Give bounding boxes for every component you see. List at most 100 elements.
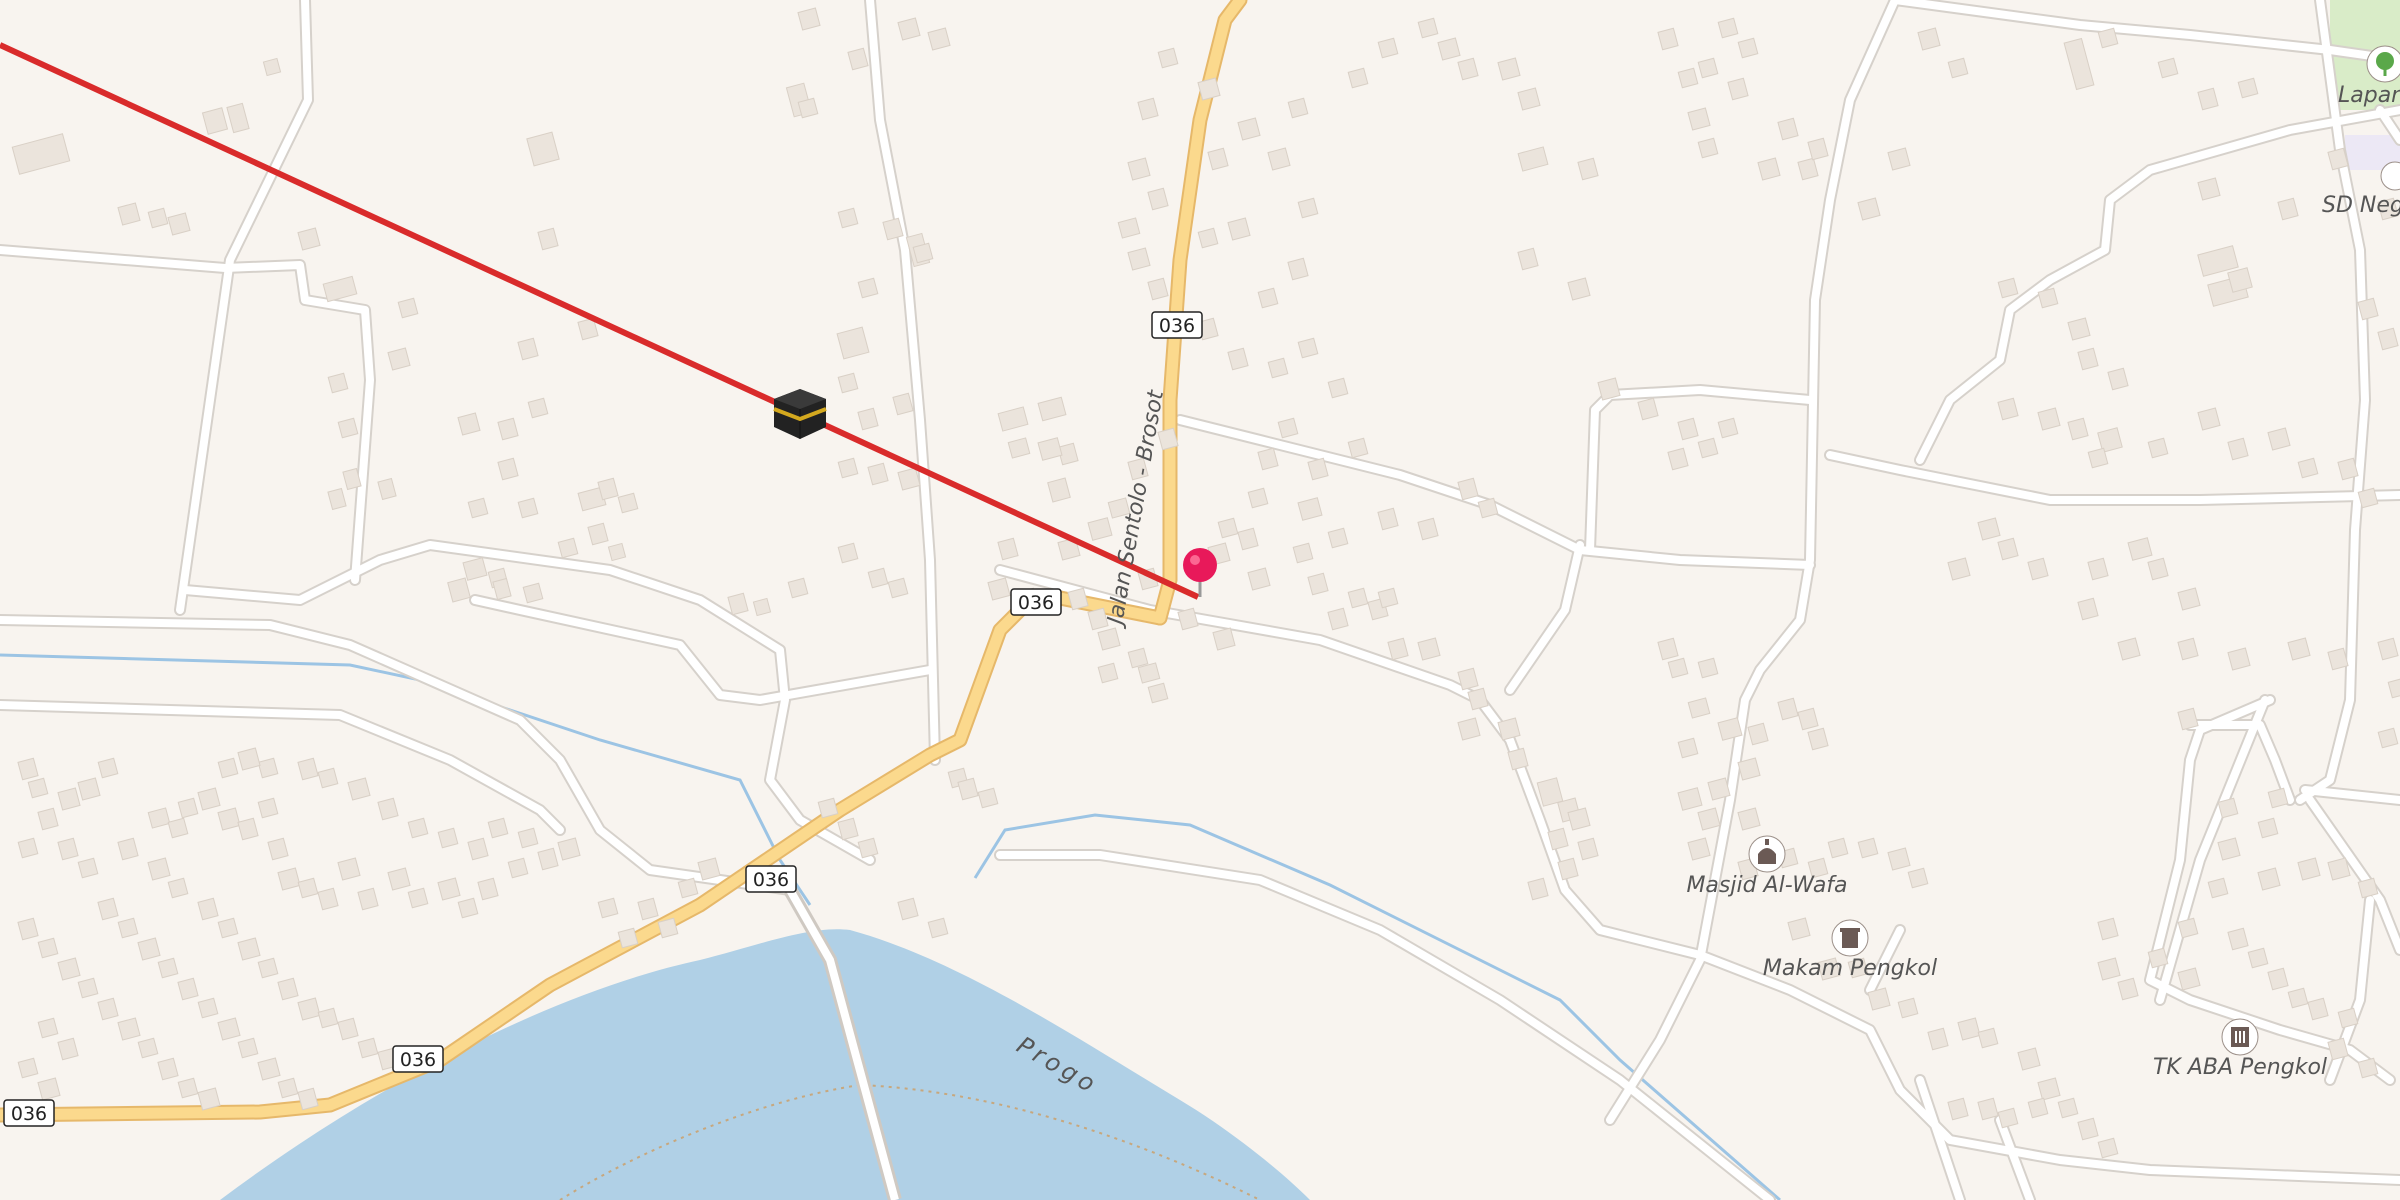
building <box>987 577 1011 601</box>
building <box>27 777 49 799</box>
building <box>2247 947 2269 969</box>
building <box>2357 877 2379 899</box>
building <box>2037 1077 2061 1101</box>
building <box>1857 837 1879 859</box>
building <box>1697 657 1719 679</box>
building <box>457 412 481 436</box>
building <box>337 857 361 881</box>
building <box>1247 567 1271 591</box>
building <box>257 957 279 979</box>
poi-label: SD Nege <box>2322 193 2400 218</box>
building <box>237 1037 259 1059</box>
building <box>407 887 429 909</box>
building <box>357 1037 379 1059</box>
school-icon <box>2221 1018 2259 1056</box>
building <box>1697 437 1719 459</box>
building <box>2037 407 2061 431</box>
building <box>2337 1007 2359 1029</box>
building <box>1477 497 1499 519</box>
building <box>1327 377 1349 399</box>
building <box>217 757 239 779</box>
building <box>177 797 199 819</box>
building <box>1717 417 1739 439</box>
building <box>1157 47 1179 69</box>
road-shield: 036 <box>745 865 797 893</box>
building <box>297 227 321 251</box>
building <box>2227 647 2251 671</box>
building <box>262 57 282 77</box>
building <box>507 857 529 879</box>
building <box>37 937 59 959</box>
road-shield: 036 <box>1010 588 1062 616</box>
building <box>1897 997 1919 1019</box>
building <box>217 1017 241 1041</box>
building <box>1267 357 1289 379</box>
building <box>2097 1137 2119 1159</box>
building <box>1597 377 1621 401</box>
building <box>1887 147 1911 171</box>
building <box>457 897 479 919</box>
building <box>1497 717 1521 741</box>
building <box>2297 857 2321 881</box>
building <box>752 597 772 617</box>
building <box>1717 17 1739 39</box>
map-background <box>0 0 2400 1200</box>
building <box>197 997 219 1019</box>
svg-text:036: 036 <box>1018 592 1054 614</box>
building <box>1857 197 1881 221</box>
building <box>1977 517 2001 541</box>
building <box>1197 77 1221 101</box>
building <box>2297 457 2319 479</box>
building <box>1457 717 1481 741</box>
building <box>2147 437 2169 459</box>
building <box>167 877 189 899</box>
building <box>2237 77 2259 99</box>
building <box>1417 17 1439 39</box>
building <box>1227 217 1251 241</box>
building <box>597 897 619 919</box>
map-canvas[interactable]: 036 036 036 036 036 Jalan Sentolo - Bros… <box>0 0 2400 1200</box>
building <box>2057 1097 2079 1119</box>
building <box>517 497 539 519</box>
svg-text:036: 036 <box>753 869 789 891</box>
building <box>1687 107 1711 131</box>
building <box>797 7 821 31</box>
building <box>277 1077 299 1099</box>
building <box>147 857 171 881</box>
building <box>1417 637 1441 661</box>
building <box>2217 797 2239 819</box>
building <box>2197 407 2221 431</box>
building <box>1377 587 1399 609</box>
building <box>1957 1017 1981 1041</box>
building <box>167 817 189 839</box>
building <box>257 1057 281 1081</box>
building <box>2147 947 2169 969</box>
building <box>347 777 371 801</box>
mosque-icon <box>1748 835 1786 873</box>
building <box>617 927 639 949</box>
building <box>1787 917 1811 941</box>
svg-text:036: 036 <box>11 1103 47 1125</box>
cemetery-icon <box>1831 919 1869 957</box>
building <box>857 837 879 859</box>
building <box>1907 867 1929 889</box>
building <box>2117 637 2141 661</box>
building <box>1277 417 1299 439</box>
building <box>527 397 549 419</box>
building <box>57 957 81 981</box>
building <box>2097 27 2119 49</box>
building <box>1347 587 1369 609</box>
building <box>1697 57 1719 79</box>
building <box>117 1017 141 1041</box>
building <box>1737 37 1759 59</box>
building <box>1947 557 1971 581</box>
building <box>57 787 81 811</box>
building <box>927 27 951 51</box>
building <box>912 242 934 264</box>
road-shield: 036 <box>3 1099 55 1127</box>
building <box>977 787 999 809</box>
building <box>1757 157 1781 181</box>
building <box>1867 987 1891 1011</box>
building <box>787 577 809 599</box>
poi-label: Makam Pengkol <box>1763 956 1937 981</box>
